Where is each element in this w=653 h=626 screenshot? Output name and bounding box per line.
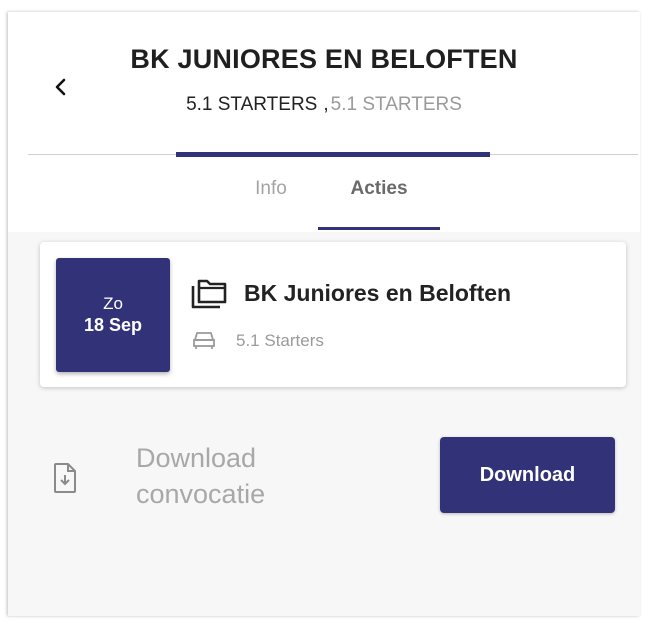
folder-copy-icon <box>191 279 227 309</box>
event-date: 18 Sep <box>83 315 143 335</box>
page-subtitle: 5.1 STARTERS, 5.1 STARTERS <box>8 94 640 116</box>
event-title: BK Juniores en Beloften <box>244 280 512 306</box>
subtitle-secondary: 5.1 STARTERS <box>330 94 462 115</box>
subtitle-separator: , <box>323 94 329 115</box>
app-frame: BK JUNIORES EN BELOFTEN 5.1 STARTERS, 5.1… <box>8 12 640 616</box>
download-button[interactable]: Download <box>440 437 615 513</box>
event-date-badge: Zo 18 Sep <box>56 258 170 372</box>
file-download-icon <box>54 463 76 493</box>
tab-bar: Info Acties <box>8 176 640 232</box>
page-title: BK JUNIORES EN BELOFTEN <box>130 44 518 74</box>
event-day: Zo <box>103 294 123 313</box>
main-content: Zo 18 Sep BK Juniores en Beloften 5.1 St… <box>8 232 640 616</box>
tab-info[interactable]: Info <box>240 176 302 228</box>
event-card[interactable]: Zo 18 Sep BK Juniores en Beloften 5.1 St… <box>40 242 626 387</box>
team-bench-icon <box>193 332 215 349</box>
header-accent-bar <box>176 152 490 157</box>
download-label: Download convocatie <box>136 443 266 509</box>
tab-acties[interactable]: Acties <box>318 176 440 228</box>
active-tab-indicator <box>318 227 440 230</box>
event-team: 5.1 Starters <box>236 331 324 350</box>
download-row: Download convocatie Download <box>8 432 640 522</box>
subtitle-primary: 5.1 STARTERS <box>186 94 318 115</box>
